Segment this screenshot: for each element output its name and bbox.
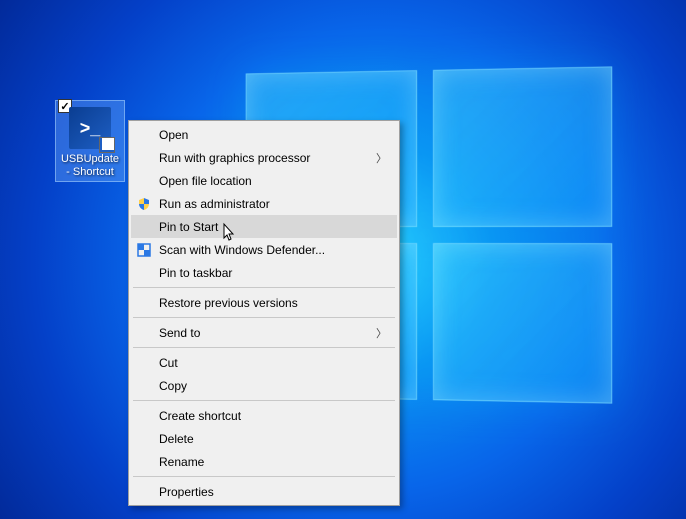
- menu-separator: [133, 400, 395, 401]
- menu-item-pin-taskbar[interactable]: Pin to taskbar: [131, 261, 397, 284]
- menu-separator: [133, 287, 395, 288]
- menu-item-pin-start[interactable]: Pin to Start: [131, 215, 397, 238]
- uac-shield-icon: [135, 195, 153, 213]
- menu-item-properties[interactable]: Properties: [131, 480, 397, 503]
- desktop-shortcut-usbupdate[interactable]: ✓ >_ USBUpdate - Shortcut: [55, 100, 125, 182]
- menu-item-label: Rename: [159, 455, 204, 469]
- menu-item-send-to[interactable]: Send to 〉: [131, 321, 397, 344]
- menu-item-run-admin[interactable]: Run as administrator: [131, 192, 397, 215]
- menu-item-label: Pin to taskbar: [159, 266, 232, 280]
- menu-item-delete[interactable]: Delete: [131, 427, 397, 450]
- menu-item-open-location[interactable]: Open file location: [131, 169, 397, 192]
- menu-item-label: Cut: [159, 356, 178, 370]
- menu-item-label: Pin to Start: [159, 220, 218, 234]
- menu-item-run-graphics[interactable]: Run with graphics processor 〉: [131, 146, 397, 169]
- menu-item-label: Copy: [159, 379, 187, 393]
- menu-item-label: Properties: [159, 485, 214, 499]
- menu-item-copy[interactable]: Copy: [131, 374, 397, 397]
- desktop[interactable]: ✓ >_ USBUpdate - Shortcut Open Run with g…: [0, 0, 686, 519]
- menu-item-create-shortcut[interactable]: Create shortcut: [131, 404, 397, 427]
- menu-item-restore[interactable]: Restore previous versions: [131, 291, 397, 314]
- menu-item-open[interactable]: Open: [131, 123, 397, 146]
- menu-item-label: Create shortcut: [159, 409, 241, 423]
- menu-item-label: Delete: [159, 432, 194, 446]
- menu-item-label: Open: [159, 128, 188, 142]
- menu-item-label: Scan with Windows Defender...: [159, 243, 325, 257]
- context-menu: Open Run with graphics processor 〉 Open fil…: [128, 120, 400, 506]
- menu-item-scan-defender[interactable]: Scan with Windows Defender...: [131, 238, 397, 261]
- menu-item-label: Run with graphics processor: [159, 151, 310, 165]
- icon-label: USBUpdate - Shortcut: [58, 153, 122, 179]
- menu-item-rename[interactable]: Rename: [131, 450, 397, 473]
- submenu-arrow-icon: 〉: [376, 325, 387, 341]
- menu-separator: [133, 476, 395, 477]
- menu-item-label: Open file location: [159, 174, 252, 188]
- menu-item-label: Restore previous versions: [159, 296, 298, 310]
- windows-defender-icon: [135, 241, 153, 259]
- submenu-arrow-icon: 〉: [376, 150, 387, 166]
- menu-item-label: Send to: [159, 326, 200, 340]
- powershell-icon: >_: [69, 107, 111, 149]
- menu-separator: [133, 317, 395, 318]
- menu-item-label: Run as administrator: [159, 197, 270, 211]
- menu-separator: [133, 347, 395, 348]
- menu-item-cut[interactable]: Cut: [131, 351, 397, 374]
